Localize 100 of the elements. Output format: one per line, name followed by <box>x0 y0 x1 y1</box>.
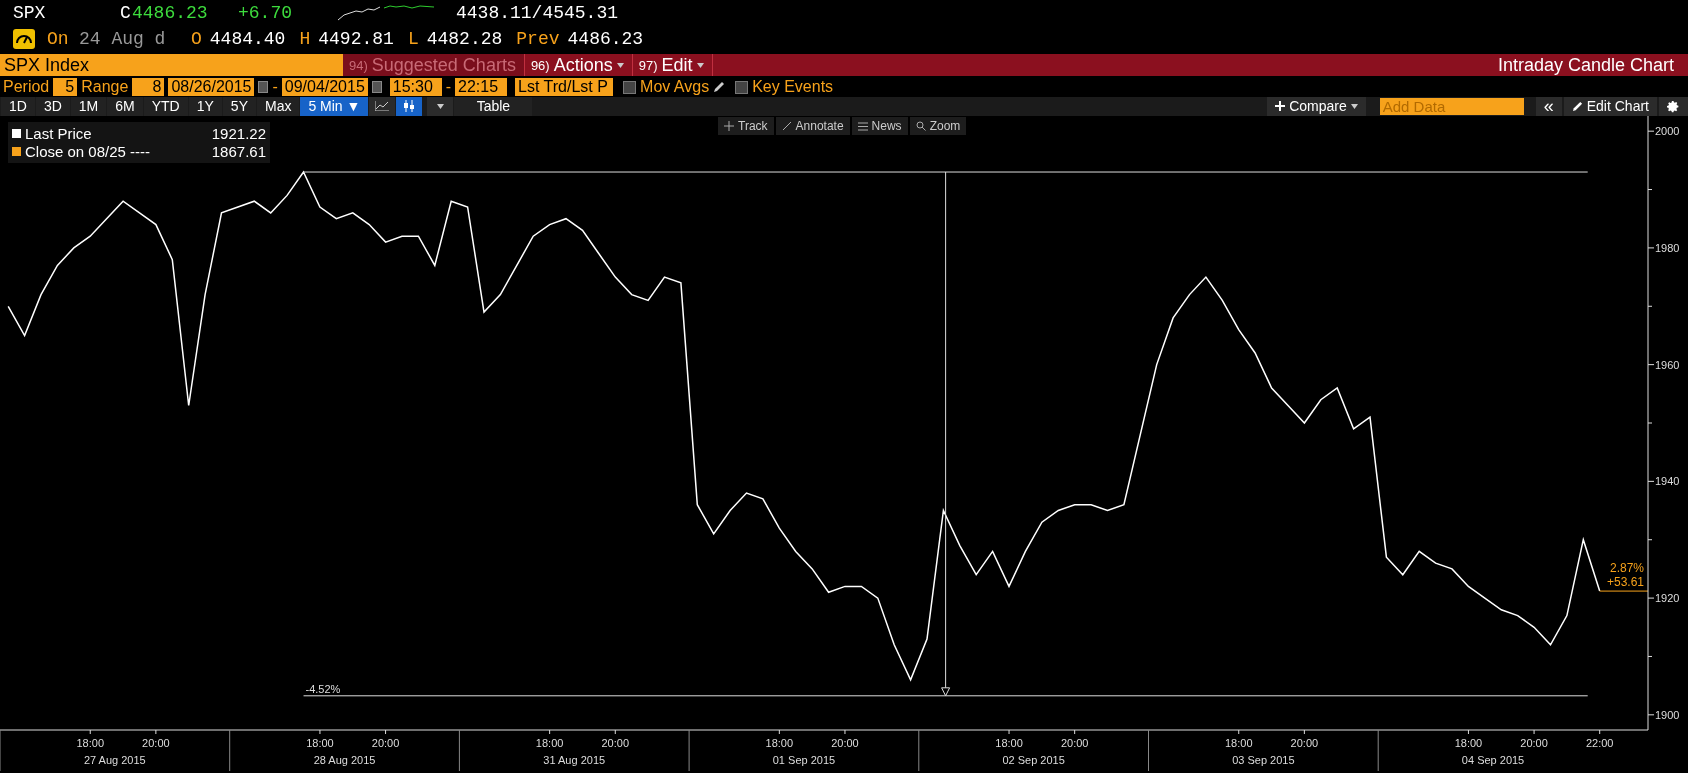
chart-title: Intraday Candle Chart <box>1497 54 1675 76</box>
x-tick-label: 20:00 <box>142 737 170 749</box>
line-chart-button[interactable] <box>369 96 396 116</box>
x-tick-label: 20:00 <box>1060 737 1089 749</box>
end-date-field[interactable]: 09/04/2015 <box>281 78 368 97</box>
range-tab[interactable]: 3D <box>35 96 70 116</box>
legend-value: 1867.61 <box>211 143 266 160</box>
chart-tool-button[interactable]: News <box>851 117 908 135</box>
x-tick-label: 22:00 <box>1585 737 1614 749</box>
calendar-icon[interactable] <box>258 81 269 94</box>
range-tab[interactable]: YTD <box>143 96 188 116</box>
net-change: +6.70 <box>238 3 293 24</box>
field-label: Prev <box>516 29 560 50</box>
date-prefix: On <box>47 29 70 50</box>
x-tick-label: 18:00 <box>306 737 334 749</box>
change-percent: 2.87% <box>1609 561 1644 576</box>
date-label: 02 Sep 2015 <box>1002 754 1065 766</box>
candle-chart-button[interactable] <box>396 96 423 116</box>
chart-tool-button[interactable]: Zoom <box>909 117 967 135</box>
x-tick-label: 18:00 <box>76 737 104 749</box>
quote-date: 24 Aug d <box>79 29 167 50</box>
legend-label: Close on 08/25 ---- <box>25 143 151 160</box>
date-label: 04 Sep 2015 <box>1461 754 1525 766</box>
y-tick-label: 1940 <box>1655 475 1680 488</box>
add-data-field[interactable]: Add Data <box>1379 97 1524 115</box>
change-value: +53.61 <box>1606 575 1644 590</box>
x-tick-label: 18:00 <box>765 737 794 749</box>
chart-tool-button[interactable]: Annotate <box>775 117 850 135</box>
period-field[interactable]: 5 <box>53 78 78 97</box>
settings-button[interactable] <box>1659 96 1688 116</box>
chart-tool-button[interactable]: Track <box>718 117 774 135</box>
price-mode-field[interactable]: Lst Trd/Lst P <box>515 78 614 97</box>
date-label: 27 Aug 2015 <box>83 754 146 766</box>
security-field[interactable]: SPX Index <box>0 54 343 77</box>
gauge-icon <box>13 29 35 50</box>
date-label: 03 Sep 2015 <box>1232 754 1295 766</box>
field-value: 4484.40 <box>209 29 286 50</box>
date-separator: - <box>272 78 278 97</box>
range-tab[interactable]: Max <box>256 96 300 116</box>
y-tick-label: 1960 <box>1655 358 1680 371</box>
close-flag-label: C <box>120 3 132 24</box>
x-tick-label: 18:00 <box>535 737 564 749</box>
x-tick-label: 20:00 <box>1520 737 1548 749</box>
date-label: 01 Sep 2015 <box>772 754 836 766</box>
start-time-field[interactable]: 15:30 <box>389 78 442 97</box>
range-label: -4.52% <box>305 682 341 695</box>
last-price: 4486.23 <box>132 3 209 24</box>
calendar-icon[interactable] <box>371 81 382 94</box>
table-button[interactable]: Table <box>454 96 533 116</box>
range-tab[interactable]: 5 Min ▼ <box>300 96 369 116</box>
day-range: 4438.11/4545.31 <box>456 3 619 24</box>
field-label: O <box>191 29 202 50</box>
option-label: Mov Avgs <box>640 78 710 97</box>
range-tab[interactable]: 6M <box>107 96 143 116</box>
range-tab[interactable]: 1D <box>1 96 35 116</box>
field-value: 4482.28 <box>426 29 503 50</box>
legend-value: 1921.22 <box>211 125 266 142</box>
line-chart-icon <box>375 101 390 112</box>
y-tick-label: 2000 <box>1655 125 1680 138</box>
range-tab[interactable]: 1Y <box>188 96 222 116</box>
x-tick-label: 18:00 <box>1454 737 1483 749</box>
range-label: Range <box>81 78 129 97</box>
collapse-button[interactable]: « <box>1535 96 1562 116</box>
settings-icon <box>1667 99 1680 113</box>
pencil-icon <box>1571 100 1583 112</box>
field-label: L <box>407 29 419 50</box>
edit-chart-button[interactable]: Edit Chart <box>1563 96 1657 116</box>
caret-icon <box>1350 103 1358 109</box>
time-separator: - <box>445 78 452 97</box>
x-tick-label: 20:00 <box>831 737 859 749</box>
end-time-field[interactable]: 22:15 <box>455 78 508 97</box>
y-tick-label: 1980 <box>1655 241 1680 254</box>
x-tick-label: 18:00 <box>995 737 1023 749</box>
range-tab[interactable]: 1M <box>70 96 107 116</box>
option-checkbox[interactable] <box>623 80 637 94</box>
caret-icon <box>436 103 444 109</box>
search-icon <box>915 121 926 131</box>
date-label: 31 Aug 2015 <box>543 754 606 766</box>
range-tab[interactable]: 5Y <box>222 96 256 116</box>
period-label: Period <box>3 78 50 97</box>
field-value: 4486.23 <box>567 29 644 50</box>
candlestick-icon <box>403 100 416 113</box>
last-price-line <box>1599 590 1649 592</box>
dropdown-button[interactable] <box>427 96 454 116</box>
field-value: 4492.81 <box>318 29 394 50</box>
field-label: H <box>299 29 311 50</box>
x-tick-label: 20:00 <box>1290 737 1319 749</box>
x-tick-label: 18:00 <box>1224 737 1253 749</box>
compare-button[interactable]: Compare <box>1267 96 1366 116</box>
x-tick-label: 20:00 <box>601 737 630 749</box>
start-date-field[interactable]: 08/26/2015 <box>168 78 255 97</box>
option-label: Key Events <box>752 78 834 97</box>
plus-icon <box>1275 101 1286 112</box>
pencil-icon[interactable] <box>713 81 726 94</box>
list-icon <box>857 121 868 131</box>
pencil-icon <box>781 121 792 131</box>
date-label: 28 Aug 2015 <box>313 754 376 766</box>
option-checkbox[interactable] <box>735 80 749 94</box>
x-tick-label: 20:00 <box>371 737 400 749</box>
range-field[interactable]: 8 <box>132 78 165 97</box>
